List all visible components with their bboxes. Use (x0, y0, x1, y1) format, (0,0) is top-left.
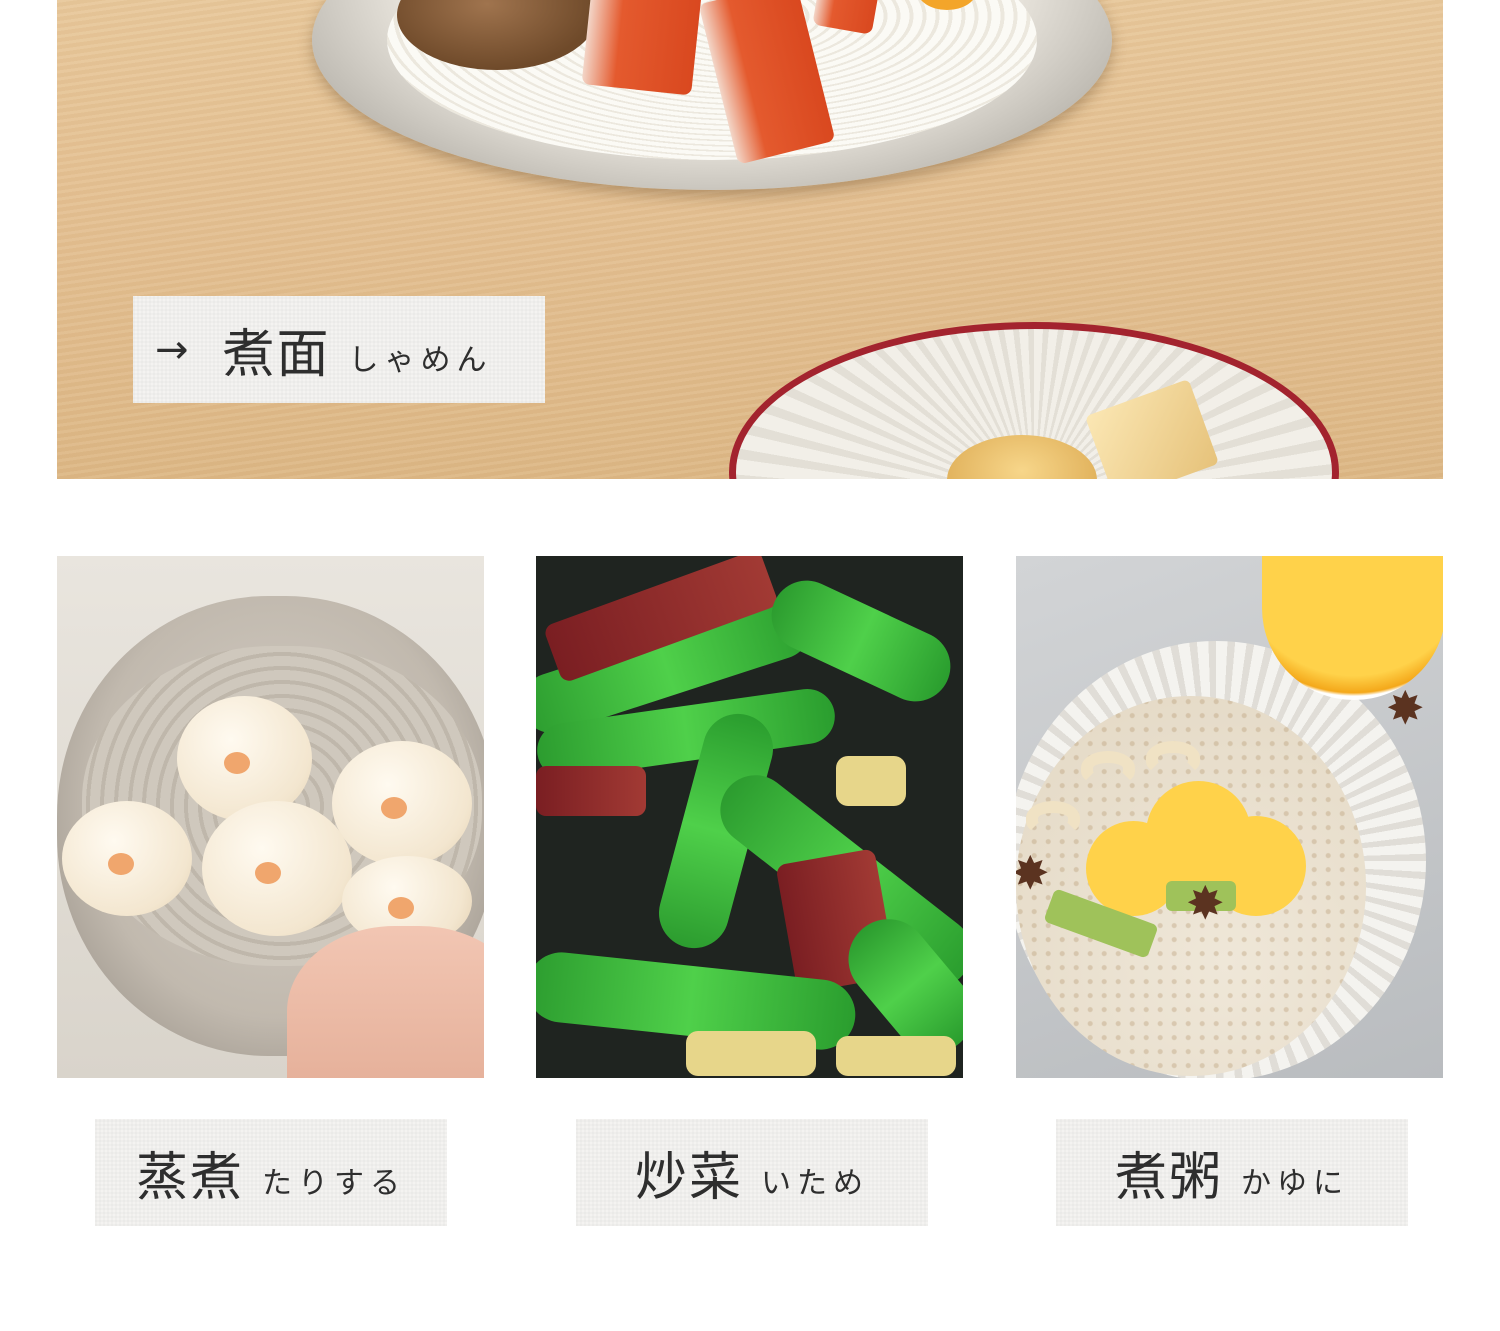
cashew (1026, 801, 1080, 835)
star-anise-icon: ✸ (1186, 876, 1225, 930)
pig-bun (202, 801, 352, 936)
hero-photo-noodles (57, 0, 1443, 479)
cured-meat (536, 766, 646, 816)
caption-porridge: 煮粥 かゆに (1056, 1119, 1408, 1226)
cashew (1146, 741, 1200, 775)
caption-steam: 蒸煮 たりする (95, 1119, 447, 1226)
caption-title: 蒸煮 (135, 1148, 244, 1208)
hero-caption: → 煮面 しゃめん (133, 296, 545, 403)
caption-kana: いため (761, 1165, 869, 1201)
arrow-right-icon: → (155, 326, 189, 373)
photo-steamed-buns (57, 556, 484, 1078)
star-anise-icon: ✸ (1016, 846, 1050, 900)
cashew (1081, 751, 1135, 785)
pig-bun (62, 801, 192, 916)
crab-stick (581, 0, 703, 96)
baby-corn (836, 1036, 956, 1076)
hero-caption-title: 煮面 (222, 325, 331, 385)
baby-corn (836, 756, 906, 806)
caption-kana: たりする (262, 1165, 406, 1201)
hero-caption-kana: しゃめん (348, 342, 493, 378)
pig-bun (332, 741, 472, 866)
baby-corn (686, 1031, 816, 1076)
caption-title: 炒菜 (634, 1148, 743, 1208)
photo-stir-fry (536, 556, 963, 1078)
caption-stir-fry: 炒菜 いため (576, 1119, 928, 1226)
caption-kana: かゆに (1241, 1165, 1349, 1201)
star-anise-icon: ✸ (1386, 681, 1425, 735)
photo-oatmeal: ✸ ✸ ✸ (1016, 556, 1443, 1078)
caption-title: 煮粥 (1114, 1148, 1223, 1208)
